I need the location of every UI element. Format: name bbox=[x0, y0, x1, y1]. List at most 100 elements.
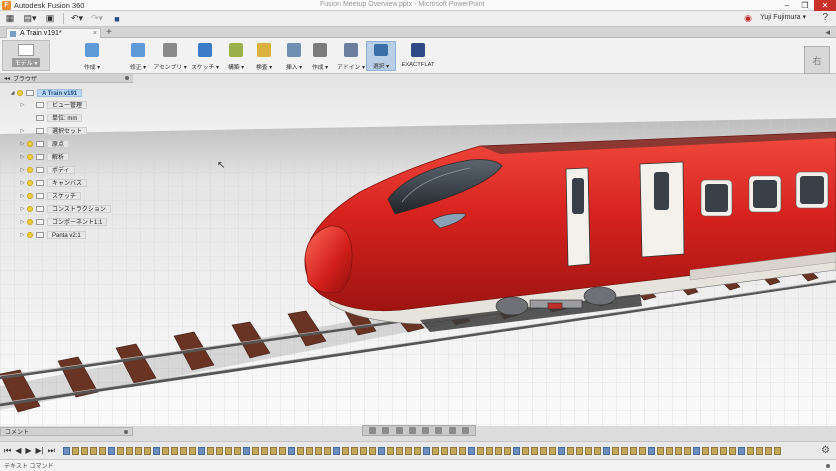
timeline-feature-icon[interactable] bbox=[485, 446, 493, 455]
pin-icon[interactable] bbox=[125, 76, 129, 80]
timeline-feature-icon[interactable] bbox=[746, 446, 754, 455]
expand-arrow-icon[interactable]: ▷ bbox=[18, 128, 27, 134]
expand-arrow-icon[interactable]: ▷ bbox=[18, 206, 27, 212]
visibility-bulb-icon[interactable] bbox=[27, 232, 33, 238]
ribbon-tool-8[interactable]: アドイン ▾ bbox=[336, 41, 366, 71]
help-icon[interactable]: ? bbox=[822, 12, 828, 23]
timeline-feature-icon[interactable] bbox=[233, 446, 241, 455]
timeline-feature-icon[interactable] bbox=[449, 446, 457, 455]
timeline-feature-icon[interactable] bbox=[242, 446, 250, 455]
timeline-feature-icon[interactable] bbox=[566, 446, 574, 455]
expand-arrow-icon[interactable]: ▷ bbox=[18, 180, 27, 186]
visibility-bulb-icon[interactable] bbox=[27, 206, 33, 212]
file-menu-icon[interactable]: ▤▾ bbox=[23, 12, 37, 26]
maximize-icon[interactable]: ❐ bbox=[796, 0, 814, 11]
timeline-feature-icon[interactable] bbox=[89, 446, 97, 455]
timeline-feature-icon[interactable] bbox=[701, 446, 709, 455]
visibility-bulb-icon[interactable] bbox=[27, 193, 33, 199]
go-to-start-icon[interactable]: ⏮ bbox=[4, 446, 11, 456]
user-account-menu[interactable]: Yuji Fujimura ▾ bbox=[760, 13, 806, 21]
timeline-feature-icon[interactable] bbox=[512, 446, 520, 455]
browser-node[interactable]: ▷ コンポーネント1:1 bbox=[18, 217, 108, 227]
timeline-feature-icon[interactable] bbox=[215, 446, 223, 455]
timeline-feature-icon[interactable] bbox=[143, 446, 151, 455]
timeline-feature-icon[interactable] bbox=[476, 446, 484, 455]
minimize-icon[interactable]: – bbox=[778, 0, 796, 11]
timeline-feature-icon[interactable] bbox=[422, 446, 430, 455]
record-icon[interactable]: ◉ bbox=[744, 13, 752, 24]
visibility-bulb-icon[interactable] bbox=[27, 219, 33, 225]
look-at-icon[interactable] bbox=[382, 427, 390, 434]
visibility-bulb-icon[interactable] bbox=[27, 141, 33, 147]
data-panel-grid-icon[interactable]: ▦ bbox=[3, 12, 17, 26]
timeline-feature-icon[interactable] bbox=[548, 446, 556, 455]
timeline-feature-icon[interactable] bbox=[557, 446, 565, 455]
timeline-feature-icon[interactable] bbox=[206, 446, 214, 455]
timeline-feature-icon[interactable] bbox=[386, 446, 394, 455]
timeline-feature-icon[interactable] bbox=[413, 446, 421, 455]
timeline-feature-icon[interactable] bbox=[665, 446, 673, 455]
step-forward-icon[interactable]: ▶| bbox=[36, 446, 44, 455]
timeline-feature-icon[interactable] bbox=[152, 446, 160, 455]
timeline-feature-icon[interactable] bbox=[440, 446, 448, 455]
browser-node[interactable]: ▷ スケッチ bbox=[18, 191, 82, 201]
timeline-feature-icon[interactable] bbox=[170, 446, 178, 455]
browser-header[interactable]: ◂◂ ブラウザ bbox=[0, 74, 133, 83]
viewports-icon[interactable] bbox=[461, 427, 469, 434]
timeline-feature-icon[interactable] bbox=[224, 446, 232, 455]
timeline-feature-icon[interactable] bbox=[728, 446, 736, 455]
ribbon-tool-5[interactable]: 検査 ▾ bbox=[250, 41, 278, 71]
pin-icon[interactable] bbox=[826, 463, 830, 468]
timeline-feature-icon[interactable] bbox=[755, 446, 763, 455]
timeline-feature-icon[interactable] bbox=[161, 446, 169, 455]
timeline-feature-icon[interactable] bbox=[305, 446, 313, 455]
workspace-switcher[interactable]: モデル ▾ bbox=[2, 40, 50, 71]
browser-node[interactable]: ▷ ボディ bbox=[18, 165, 75, 175]
browser-node[interactable]: ▷ 解析 bbox=[18, 152, 70, 162]
go-to-end-icon[interactable]: ⏭ bbox=[48, 446, 55, 456]
timeline-feature-icon[interactable] bbox=[278, 446, 286, 455]
timeline-feature-icon[interactable] bbox=[269, 446, 277, 455]
timeline-feature-icon[interactable] bbox=[404, 446, 412, 455]
browser-node[interactable]: ▷ 選択セット bbox=[18, 126, 88, 136]
browser-root-node[interactable]: ◢ A Train v191 bbox=[8, 88, 83, 98]
comments-panel[interactable]: コメント bbox=[0, 427, 133, 436]
expand-arrow-icon[interactable]: ▷ bbox=[18, 193, 27, 199]
ribbon-tool-4[interactable]: 構築 ▾ bbox=[222, 41, 250, 71]
timeline-feature-icon[interactable] bbox=[692, 446, 700, 455]
timeline-feature-icon[interactable] bbox=[71, 446, 79, 455]
timeline-feature-icon[interactable] bbox=[494, 446, 502, 455]
ribbon-tool-1[interactable]: 修正 ▾ bbox=[124, 41, 152, 71]
status-icon[interactable]: ■ bbox=[110, 12, 124, 26]
timeline-feature-icon[interactable] bbox=[719, 446, 727, 455]
browser-node[interactable]: ▷ 原点 bbox=[18, 139, 70, 149]
ribbon-tool-2[interactable]: アセンブリ ▾ bbox=[152, 41, 188, 71]
timeline-feature-icon[interactable] bbox=[764, 446, 772, 455]
expand-arrow-icon[interactable]: ▷ bbox=[18, 154, 27, 160]
save-icon[interactable]: ▣ bbox=[43, 12, 57, 26]
timeline-feature-icon[interactable] bbox=[458, 446, 466, 455]
collapse-icon[interactable]: ◂◂ bbox=[4, 75, 10, 82]
close-window-icon[interactable]: ✕ bbox=[814, 0, 836, 11]
ribbon-tool-6[interactable]: 挿入 ▾ bbox=[280, 41, 308, 71]
browser-node[interactable]: ▷ ビュー管理 bbox=[18, 100, 88, 110]
timeline-feature-icon[interactable] bbox=[377, 446, 385, 455]
step-back-icon[interactable]: ◀ bbox=[15, 446, 21, 455]
timeline-feature-icon[interactable] bbox=[197, 446, 205, 455]
viewcube[interactable]: 右 bbox=[804, 46, 830, 74]
timeline-feature-icon[interactable] bbox=[287, 446, 295, 455]
ribbon-tool-7[interactable]: 作成 ▾ bbox=[306, 41, 334, 71]
timeline-feature-icon[interactable] bbox=[116, 446, 124, 455]
text-command-bar[interactable]: テキスト コマンド bbox=[0, 459, 836, 471]
document-tab[interactable]: A Train v191* × bbox=[6, 28, 101, 38]
browser-node[interactable]: ▷ Panta v2:1 bbox=[18, 230, 86, 240]
new-tab-icon[interactable]: + bbox=[106, 27, 112, 38]
timeline-feature-icon[interactable] bbox=[773, 446, 781, 455]
timeline-feature-icon[interactable] bbox=[683, 446, 691, 455]
timeline-feature-icon[interactable] bbox=[332, 446, 340, 455]
timeline-feature-icon[interactable] bbox=[314, 446, 322, 455]
timeline-feature-icon[interactable] bbox=[341, 446, 349, 455]
timeline-feature-icon[interactable] bbox=[107, 446, 115, 455]
timeline-feature-icon[interactable] bbox=[431, 446, 439, 455]
timeline-feature-icon[interactable] bbox=[503, 446, 511, 455]
